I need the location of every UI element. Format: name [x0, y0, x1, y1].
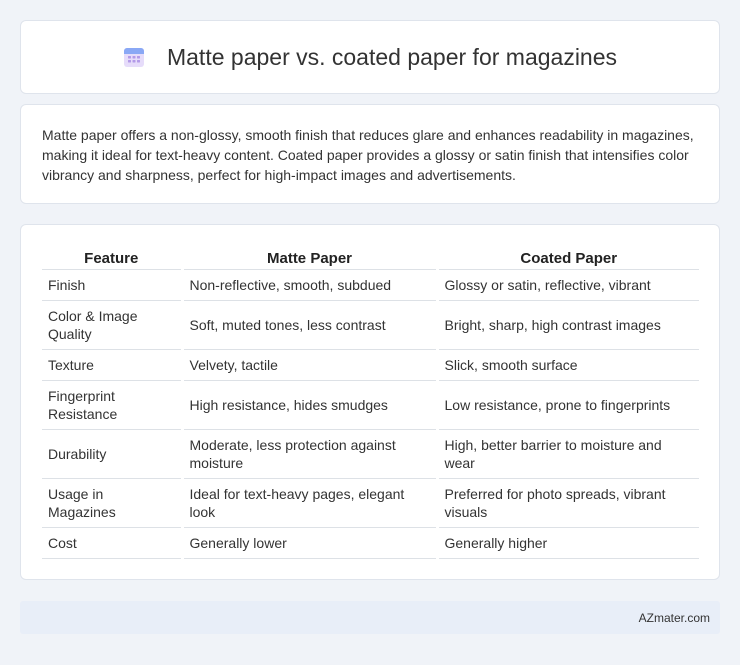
coated-cell: Generally higher	[437, 527, 699, 559]
matte-cell: High resistance, hides smudges	[182, 380, 439, 430]
intro-card: Matte paper offers a non-glossy, smooth …	[20, 104, 720, 204]
table-row: Finish Non-reflective, smooth, subdued G…	[42, 269, 699, 301]
title-card: Matte paper vs. coated paper for magazin…	[20, 20, 720, 94]
table-row: Cost Generally lower Generally higher	[42, 527, 699, 559]
page-title: Matte paper vs. coated paper for magazin…	[166, 43, 618, 70]
matte-cell: Non-reflective, smooth, subdued	[182, 269, 439, 301]
feature-cell: Durability	[42, 429, 184, 479]
feature-cell: Usage in Magazines	[42, 478, 184, 528]
column-header-coated: Coated Paper	[437, 245, 699, 270]
footer-brand[interactable]: AZmater.com	[639, 611, 710, 625]
feature-cell: Cost	[42, 527, 184, 559]
matte-cell: Velvety, tactile	[182, 349, 439, 381]
coated-cell: Glossy or satin, reflective, vibrant	[437, 269, 699, 301]
calendar-icon	[123, 46, 145, 68]
coated-cell: High, better barrier to moisture and wea…	[437, 429, 699, 479]
matte-cell: Generally lower	[182, 527, 439, 559]
footer: AZmater.com	[20, 601, 720, 634]
coated-cell: Bright, sharp, high contrast images	[437, 300, 699, 350]
comparison-table: Feature Matte Paper Coated Paper Finish …	[42, 245, 699, 559]
column-header-matte: Matte Paper	[182, 245, 439, 270]
feature-cell: Finish	[42, 269, 184, 301]
table-row: Usage in Magazines Ideal for text-heavy …	[42, 478, 699, 528]
feature-cell: Fingerprint Resistance	[42, 380, 184, 430]
table-row: Durability Moderate, less protection aga…	[42, 429, 699, 479]
feature-cell: Color & Image Quality	[42, 300, 184, 350]
coated-cell: Low resistance, prone to fingerprints	[437, 380, 699, 430]
coated-cell: Slick, smooth surface	[437, 349, 699, 381]
coated-cell: Preferred for photo spreads, vibrant vis…	[437, 478, 699, 528]
matte-cell: Moderate, less protection against moistu…	[182, 429, 439, 479]
feature-cell: Texture	[42, 349, 184, 381]
table-row: Color & Image Quality Soft, muted tones,…	[42, 300, 699, 350]
table-row: Fingerprint Resistance High resistance, …	[42, 380, 699, 430]
matte-cell: Soft, muted tones, less contrast	[182, 300, 439, 350]
table-header-row: Feature Matte Paper Coated Paper	[42, 245, 699, 270]
intro-text: Matte paper offers a non-glossy, smooth …	[42, 127, 694, 183]
matte-cell: Ideal for text-heavy pages, elegant look	[182, 478, 439, 528]
column-header-feature: Feature	[42, 245, 184, 270]
table-row: Texture Velvety, tactile Slick, smooth s…	[42, 349, 699, 381]
comparison-card: Feature Matte Paper Coated Paper Finish …	[20, 224, 720, 580]
